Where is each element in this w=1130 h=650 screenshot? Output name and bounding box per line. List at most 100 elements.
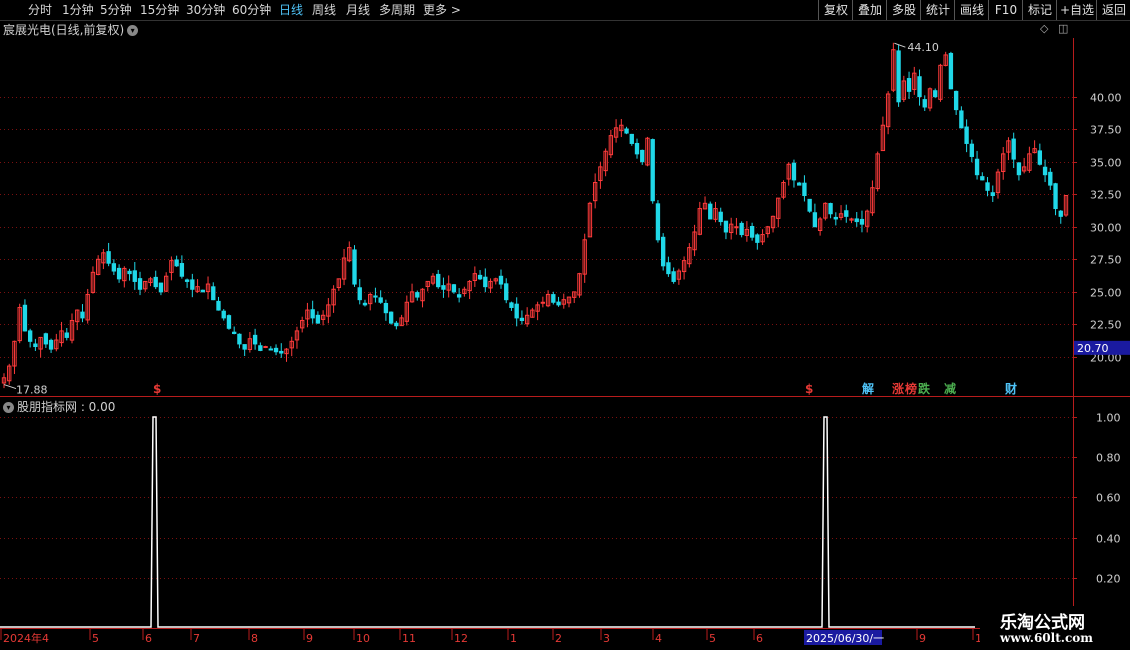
candle-body [514,303,519,319]
candle-body [22,304,28,332]
event-marker[interactable]: 解 [862,381,874,396]
candle-body [807,198,812,212]
date-label: 9 [306,632,313,645]
date-label: 2 [555,632,562,645]
candle-body [551,294,556,303]
candle-body [718,211,723,223]
price-tick-label: 22.50 [1090,319,1122,332]
low-price-label: 17.88 [16,384,48,397]
event-marker[interactable]: 榜 [905,381,917,396]
candle-body [137,278,143,290]
watermark-url: www.60lt.com [1000,631,1093,645]
candle-body [990,192,995,197]
candle-body [184,279,190,282]
candle-body [80,311,85,319]
candle-body [263,346,268,349]
date-label: 1 [510,632,517,645]
candle-body [833,216,838,220]
candle-body [127,270,132,275]
candle-body [739,222,744,236]
date-label: 10 [356,632,370,645]
candle-body [1042,166,1048,176]
candle-body [27,330,33,342]
candle-body [116,267,122,280]
candle-body [64,332,69,338]
date-cursor-label: 2025/06/30/一 [806,632,884,645]
candle-body [216,300,221,311]
candle-body [221,310,226,319]
candle-body [394,322,399,327]
event-marker[interactable]: 跌 [918,381,931,396]
event-marker[interactable]: $ [805,382,813,396]
candle-body [917,76,922,98]
event-marker[interactable]: 减 [944,381,956,396]
candle-body [451,284,457,293]
candle-body [1058,210,1063,217]
candle-body [226,315,232,329]
indicator-tick-label: 0.60 [1096,492,1121,505]
candle-body [629,133,634,144]
indicator-line [0,416,975,628]
candle-body [190,279,195,290]
candle-body [1053,183,1058,210]
candle-body [708,203,713,220]
candle-body [315,314,321,324]
candle-body [383,302,389,314]
candle-body [985,182,990,191]
candle-body [723,220,729,233]
candle-body [352,249,357,285]
candle-body [556,301,561,306]
candle-body [504,283,509,301]
candle-body [1016,162,1022,176]
kline-chart[interactable]: 40.00 37.50 35.00 32.50 30.00 27.50 25.00 22.50… [0,0,1130,650]
event-marker[interactable]: 涨 [892,381,904,396]
candle-body [242,344,247,350]
candle-body [388,311,394,324]
event-marker[interactable]: $ [153,382,161,396]
price-tick-label: 32.50 [1090,189,1122,202]
candle-body [896,50,901,103]
candle-body [640,149,645,163]
current-price-label: 20.70 [1077,342,1109,355]
candle-body [179,263,185,277]
price-tick-label: 37.50 [1090,124,1122,137]
candle-body [441,285,446,290]
candle-body [232,331,237,335]
candle-body [252,334,258,345]
price-tick-label: 40.00 [1090,92,1122,105]
candle-body [33,343,38,348]
candle-body [1037,150,1043,165]
date-label: 5 [92,632,99,645]
candle-body [211,286,216,301]
candle-body [969,143,975,157]
date-label: 8 [251,632,258,645]
date-label: 2024年4 [3,631,49,645]
date-label: 9 [919,632,926,645]
candle-body [755,234,760,243]
candle-body [273,347,279,353]
price-tick-label: 30.00 [1090,222,1122,235]
candle-body [111,263,117,272]
candle-body [791,162,797,181]
candle-body [362,302,368,306]
candle-body [854,218,859,223]
candle-body [415,292,420,298]
candle-body [200,289,205,293]
candle-body [540,301,546,304]
date-label: 7 [193,632,200,645]
candle-body [519,317,525,321]
indicator-tick-label: 1.00 [1096,412,1121,425]
high-marker-line [894,42,906,48]
date-label: 12 [454,632,468,645]
candle-body [650,139,655,202]
candle-body [279,350,284,354]
date-label: 6 [756,632,763,645]
candle-body [378,297,383,303]
low-marker-line [3,384,17,390]
candle-body [666,262,671,275]
candle-body [655,203,661,241]
event-marker[interactable]: 财 [1004,381,1017,396]
candle-body [828,203,833,215]
date-label: 4 [655,632,662,645]
candle-body [922,99,927,108]
